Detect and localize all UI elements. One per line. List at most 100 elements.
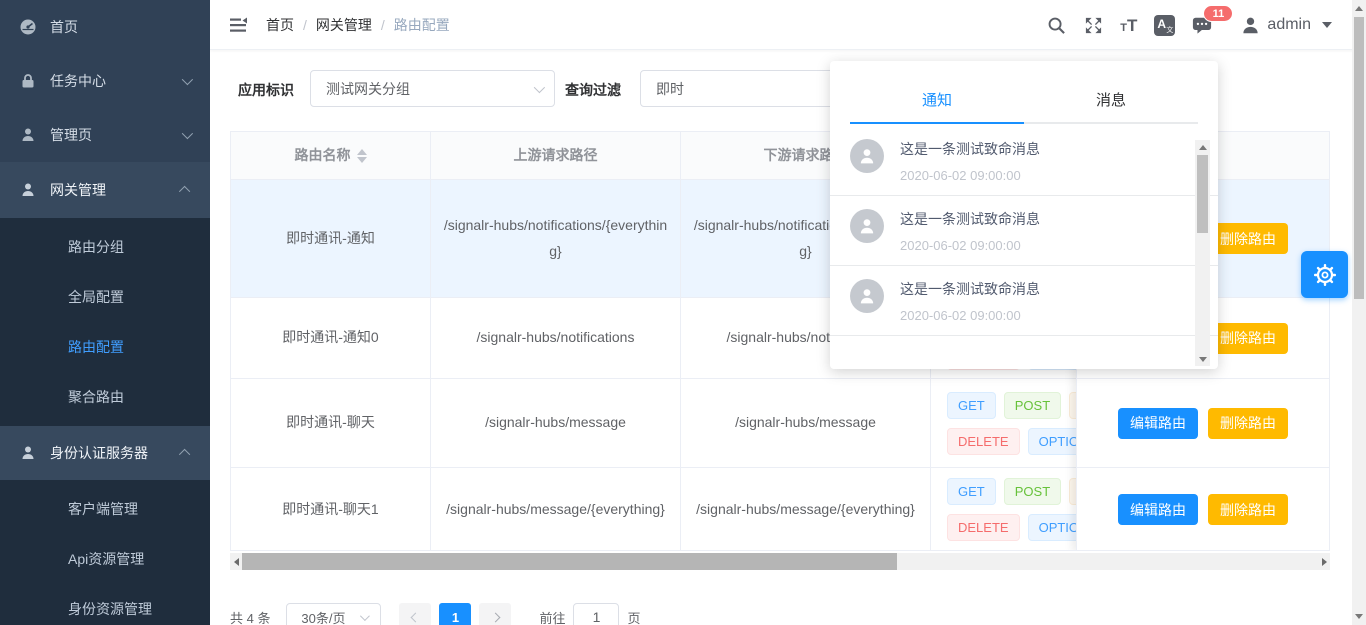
app-group-value: 测试网关分组: [326, 79, 410, 99]
breadcrumb: 首页 / 网关管理 / 路由配置: [266, 0, 450, 50]
sidebar-item-admin-pages[interactable]: 管理页: [0, 108, 210, 162]
fullscreen-icon[interactable]: [1083, 15, 1103, 35]
app-id-label: 应用标识: [238, 80, 294, 100]
user-avatar-icon: [850, 209, 884, 243]
scroll-down-arrow-icon[interactable]: [1195, 352, 1210, 366]
sidebar-item-api-resources[interactable]: Api资源管理: [0, 534, 210, 584]
popover-tabs: 通知 消息: [850, 61, 1198, 124]
chevron-up-icon: [179, 449, 190, 460]
goto-page-input[interactable]: [573, 603, 619, 625]
chevron-down-icon: [359, 611, 369, 621]
sidebar-item-identity-resources[interactable]: 身份资源管理: [0, 584, 210, 625]
sidebar-item-label: 网关管理: [50, 180, 106, 200]
chevron-down-icon: [182, 128, 193, 139]
method-tag-post: POST: [1004, 478, 1061, 505]
search-icon[interactable]: [1046, 15, 1066, 35]
scroll-right-arrow-icon[interactable]: [1318, 553, 1330, 570]
horizontal-scrollbar-thumb[interactable]: [242, 553, 897, 570]
next-page-button[interactable]: [479, 603, 511, 625]
page: 首页 任务中心 管理页 网关管理 路由分组 全局配置 路由配置: [0, 0, 1366, 625]
chevron-up-icon: [179, 186, 190, 197]
notification-item[interactable]: 这是一条测试致命消息 2020-06-02 09:00:00: [830, 126, 1218, 196]
notification-title: 这是一条测试致命消息: [900, 209, 1040, 229]
delete-route-button[interactable]: 删除路由: [1208, 223, 1288, 254]
sidebar-item-tasks[interactable]: 任务中心: [0, 54, 210, 108]
vertical-scrollbar-thumb[interactable]: [1354, 17, 1364, 299]
breadcrumb-gateway[interactable]: 网关管理: [316, 15, 372, 35]
sidebar-item-global-config[interactable]: 全局配置: [0, 272, 210, 322]
hamburger-icon[interactable]: [228, 15, 248, 35]
delete-route-button[interactable]: 删除路由: [1208, 494, 1288, 525]
username-label: admin: [1267, 16, 1311, 34]
route-name: 即时通讯-聊天1: [231, 468, 431, 551]
settings-gear-button[interactable]: [1301, 251, 1348, 298]
user-avatar-icon: [850, 279, 884, 313]
page-size-select[interactable]: 30条/页: [286, 603, 381, 625]
notification-time: 2020-06-02 09:00:00: [900, 308, 1040, 323]
notification-time: 2020-06-02 09:00:00: [900, 168, 1040, 183]
row-actions: 编辑路由 删除路由: [1076, 468, 1329, 551]
column-header-upstream: 上游请求路径: [431, 132, 681, 180]
scroll-down-arrow-icon[interactable]: [1352, 609, 1366, 624]
edit-route-button[interactable]: 编辑路由: [1118, 494, 1198, 525]
method-tag-delete: DELETE: [947, 428, 1020, 455]
delete-route-button[interactable]: 删除路由: [1208, 323, 1288, 354]
route-name: 即时通讯-通知0: [231, 298, 431, 379]
sidebar-item-route-groups[interactable]: 路由分组: [0, 222, 210, 272]
chevron-down-icon: [1322, 22, 1332, 28]
scroll-up-arrow-icon[interactable]: [1352, 1, 1366, 16]
edit-route-button[interactable]: 编辑路由: [1118, 408, 1198, 439]
sort-icon[interactable]: [357, 149, 367, 163]
notification-list: 这是一条测试致命消息 2020-06-02 09:00:00 这是一条测试致命消…: [830, 126, 1218, 336]
notification-item[interactable]: 这是一条测试致命消息 2020-06-02 09:00:00: [830, 266, 1218, 336]
current-page-button[interactable]: 1: [439, 603, 471, 625]
route-name: 即时通讯-通知: [231, 180, 431, 298]
method-tag-post: POST: [1004, 392, 1061, 419]
popover-scrollbar-thumb[interactable]: [1197, 155, 1208, 233]
horizontal-scrollbar[interactable]: [230, 553, 1330, 570]
translate-icon[interactable]: A文: [1154, 15, 1175, 36]
message-icon[interactable]: 11: [1192, 15, 1212, 35]
total-count-label: 共 4 条: [230, 608, 270, 625]
downstream-path: /signalr-hubs/message: [681, 379, 931, 468]
tab-notifications[interactable]: 通知: [850, 79, 1024, 122]
popover-scrollbar[interactable]: [1195, 140, 1210, 366]
page-unit-label: 页: [627, 608, 640, 625]
scroll-left-arrow-icon[interactable]: [230, 553, 242, 570]
sidebar-item-label: 首页: [50, 17, 78, 37]
goto-label: 前往: [539, 608, 565, 625]
sidebar-item-route-config[interactable]: 路由配置: [0, 322, 210, 372]
breadcrumb-current: 路由配置: [394, 15, 450, 35]
sidebar-item-label: 任务中心: [50, 71, 106, 91]
upstream-path: /signalr-hubs/message: [431, 379, 681, 468]
sidebar-item-identity-server[interactable]: 身份认证服务器: [0, 426, 210, 480]
app-group-select[interactable]: 测试网关分组: [310, 70, 555, 107]
breadcrumb-separator: /: [381, 17, 385, 33]
column-header-name[interactable]: 路由名称: [231, 132, 431, 180]
notification-title: 这是一条测试致命消息: [900, 139, 1040, 159]
method-tag-get: GET: [947, 392, 996, 419]
breadcrumb-separator: /: [303, 17, 307, 33]
submenu-identity: 客户端管理 Api资源管理 身份资源管理: [0, 480, 210, 625]
tab-messages[interactable]: 消息: [1024, 79, 1198, 122]
delete-route-button[interactable]: 删除路由: [1208, 408, 1288, 439]
downstream-path: /signalr-hubs/message/{everything}: [681, 468, 931, 551]
navbar-tools: TT A文 11 admin: [1046, 0, 1332, 50]
sidebar-item-home[interactable]: 首页: [0, 0, 210, 54]
sidebar-item-client-mgmt[interactable]: 客户端管理: [0, 484, 210, 534]
user-menu[interactable]: admin: [1241, 16, 1332, 35]
breadcrumb-home[interactable]: 首页: [266, 15, 294, 35]
notification-popover: 通知 消息 这是一条测试致命消息 2020-06-02 09:00:00 这是一…: [830, 61, 1218, 369]
vertical-scrollbar[interactable]: [1352, 0, 1366, 625]
method-tag-delete: DELETE: [947, 514, 1020, 541]
sidebar: 首页 任务中心 管理页 网关管理 路由分组 全局配置 路由配置: [0, 0, 210, 625]
chevron-down-icon: [534, 81, 545, 92]
font-size-icon[interactable]: TT: [1120, 17, 1137, 34]
sidebar-item-gateway[interactable]: 网关管理: [0, 162, 210, 218]
notification-title: 这是一条测试致命消息: [900, 279, 1040, 299]
prev-page-button[interactable]: [399, 603, 431, 625]
sidebar-item-aggregate-routes[interactable]: 聚合路由: [0, 372, 210, 422]
notification-item[interactable]: 这是一条测试致命消息 2020-06-02 09:00:00: [830, 196, 1218, 266]
scroll-up-arrow-icon[interactable]: [1195, 140, 1210, 154]
lock-icon: [20, 73, 36, 89]
